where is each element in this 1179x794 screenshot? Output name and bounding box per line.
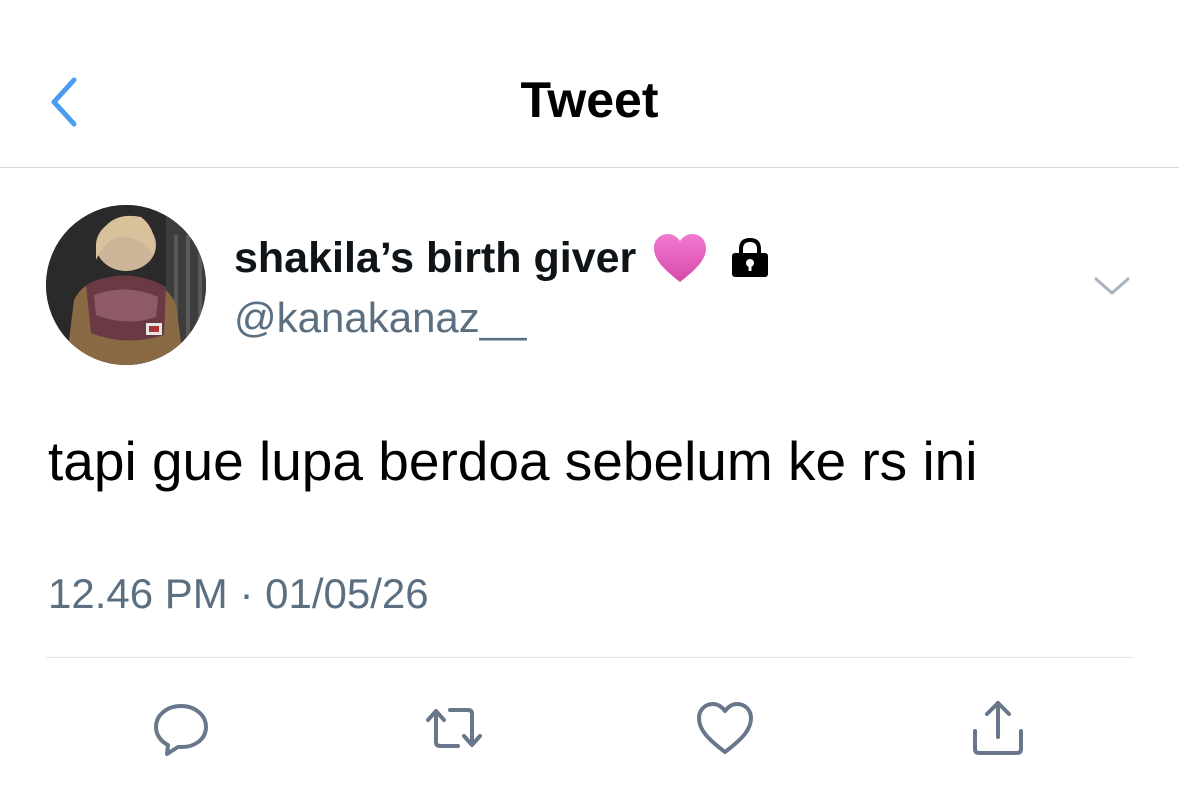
tweet-timestamp: 12.46 PM · 01/05/26 <box>48 570 429 617</box>
tweet-options-button[interactable] <box>1090 268 1134 304</box>
divider <box>46 657 1133 658</box>
page-title: Tweet <box>520 72 659 128</box>
reply-button[interactable] <box>149 696 213 760</box>
avatar[interactable] <box>46 205 206 365</box>
tweet-text: tapi gue lupa berdoa sebelum ke rs ini <box>48 430 978 492</box>
like-button[interactable] <box>693 696 757 760</box>
chevron-down-icon <box>1094 277 1130 295</box>
like-icon <box>697 702 753 754</box>
author-name-row: shakila’s birth giver <box>234 230 772 286</box>
avatar-image <box>46 205 206 365</box>
tweet-detail-screen: Tweet shakila’s birth giver @kanakanaz__… <box>0 0 1179 794</box>
retweet-icon <box>426 708 482 748</box>
display-name[interactable]: shakila’s birth giver <box>234 230 636 286</box>
heart-icon <box>652 232 708 284</box>
share-button[interactable] <box>966 696 1030 760</box>
retweet-button[interactable] <box>422 696 486 760</box>
share-icon <box>973 701 1023 755</box>
author-handle[interactable]: @kanakanaz__ <box>234 290 527 346</box>
nav-header: Tweet <box>0 0 1179 168</box>
lock-icon <box>728 236 772 280</box>
reply-icon <box>154 704 208 756</box>
